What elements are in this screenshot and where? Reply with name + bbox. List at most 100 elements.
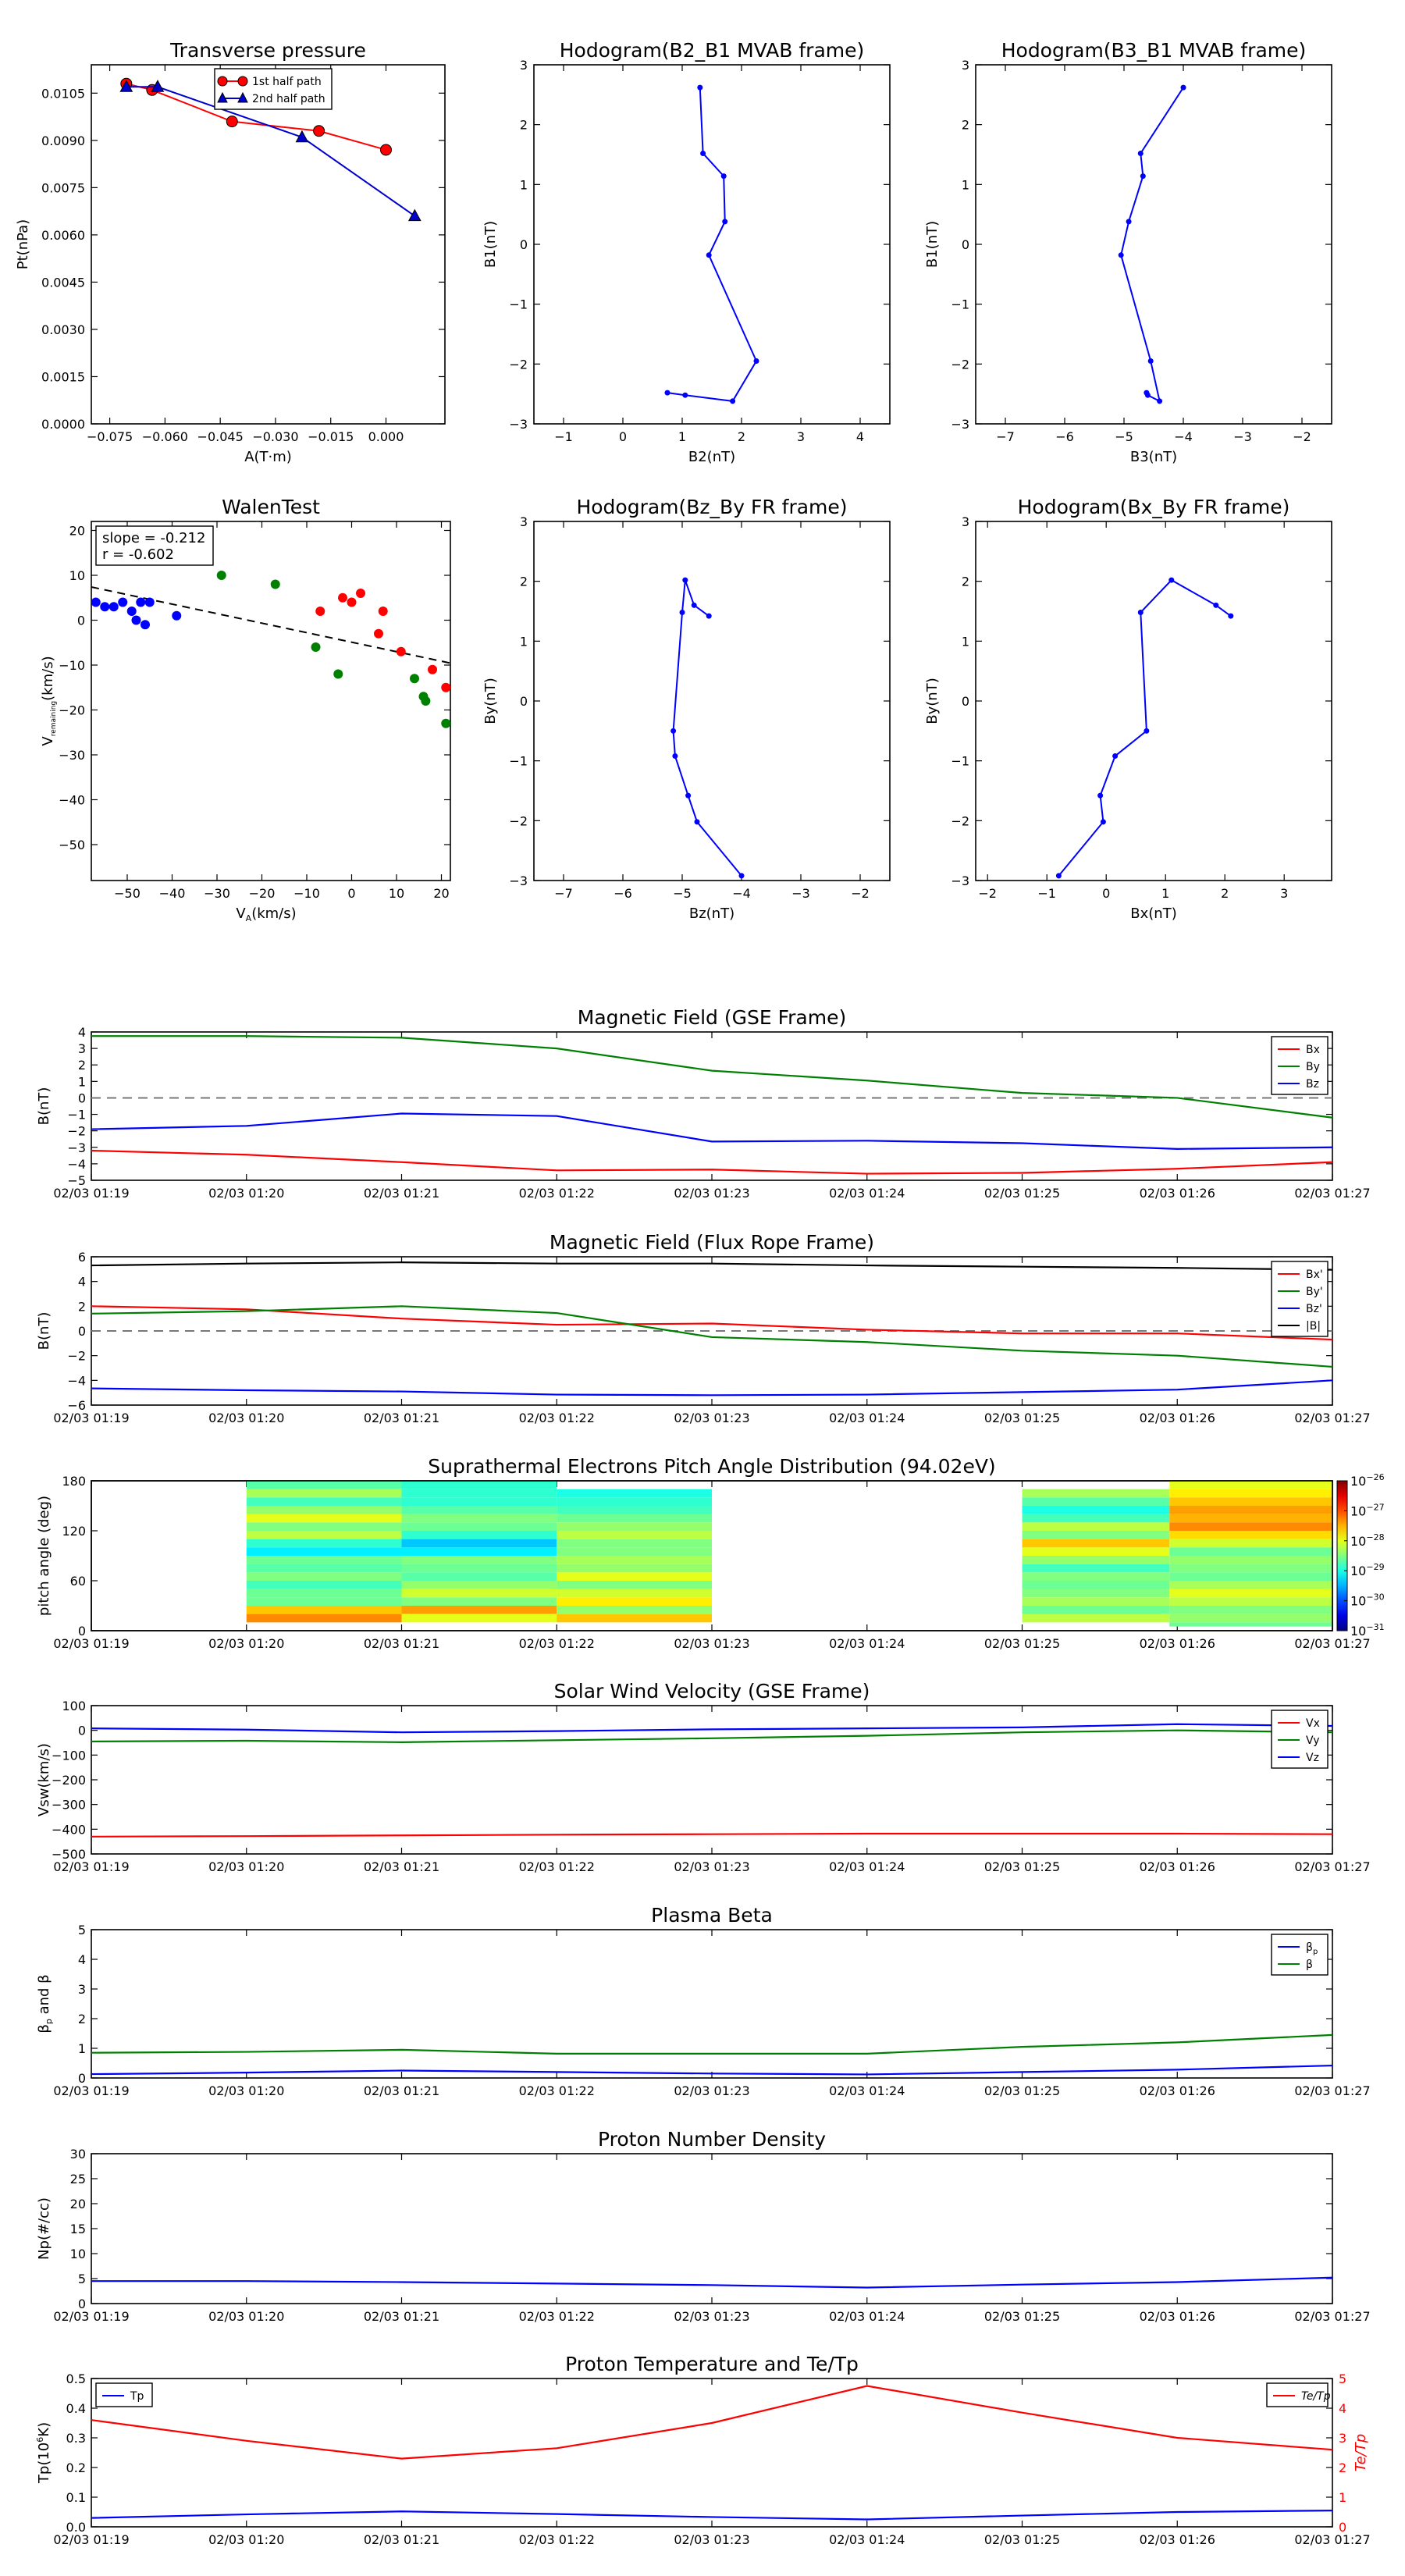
legend-label: Tp <box>130 2390 144 2403</box>
x-tick-label: 02/03 01:27 <box>1294 1411 1370 1425</box>
x-tick-label: 2 <box>1221 886 1229 901</box>
x-tick-label: 02/03 01:27 <box>1294 1859 1370 1874</box>
x-tick-label: −2 <box>1293 429 1311 444</box>
colorbar-label: 10−26 <box>1350 1472 1385 1489</box>
heatmap-cell <box>246 1597 402 1606</box>
y-tick-label: 2 <box>520 118 528 133</box>
heatmap-cell <box>246 1614 402 1623</box>
heatmap-cell <box>1022 1497 1170 1506</box>
legend-box <box>1271 1934 1329 1976</box>
heatmap-cell <box>246 1506 402 1514</box>
y-tick-label: −50 <box>59 838 85 852</box>
y-tick-label: 0.0075 <box>41 180 85 195</box>
x-tick-label: 02/03 01:20 <box>208 2309 284 2324</box>
y-tick-label: −3 <box>509 417 528 432</box>
y-tick-label: 2 <box>78 1299 86 1314</box>
series-1-point <box>1137 150 1144 156</box>
y-tick-label: 30 <box>70 2147 86 2161</box>
panel-pt: −0.075 −0.060 −0.045 −0.030 −0.015 0.000 0.000… <box>15 39 446 465</box>
legend-label: |B| <box>1306 1320 1321 1332</box>
y-tick-label: 1 <box>962 634 969 649</box>
heatmap-cell <box>1169 1506 1332 1514</box>
y-tick-label: 2 <box>962 118 969 133</box>
x-tick-label: 02/03 01:27 <box>1294 2309 1370 2324</box>
series-1-point <box>670 728 677 734</box>
series-1-point <box>664 390 670 396</box>
series-3-point <box>378 607 388 616</box>
y-tick-label: 0.0090 <box>41 133 85 148</box>
series-1-point <box>720 173 727 180</box>
heatmap-cell <box>1169 1556 1332 1564</box>
x-tick-label: 20 <box>433 886 449 901</box>
x-tick-label: 02/03 01:21 <box>364 1859 439 1874</box>
heatmap-cell <box>401 1506 557 1514</box>
chart-title: WalenTest <box>222 496 320 518</box>
heatmap-cell <box>401 1589 557 1598</box>
heatmap-cell <box>246 1497 402 1506</box>
y-tick-label: 0.1 <box>66 2490 86 2505</box>
plot-frame <box>975 521 1332 881</box>
heatmap-cell <box>401 1572 557 1581</box>
heatmap-cell <box>557 1522 712 1531</box>
legend-label: 1st half path <box>252 76 322 88</box>
colorbar <box>1336 1480 1348 1631</box>
y-tick-label: 120 <box>62 1524 86 1539</box>
series-2-point <box>410 674 419 684</box>
x-tick-label: 02/03 01:27 <box>1294 2532 1370 2547</box>
heatmap-cell <box>1022 1589 1170 1598</box>
y-tick-label: −30 <box>59 748 85 763</box>
panel-beta: 02/03 01:19 02/03 01:20 02/03 01:21 02/03 0… <box>36 1904 1371 2098</box>
series-1-point <box>679 610 685 616</box>
series-2-point <box>311 642 321 652</box>
x-tick-label: −7 <box>554 886 573 901</box>
heatmap-cell <box>1022 1547 1170 1556</box>
y-tick-label: 15 <box>70 2222 86 2236</box>
y-tick-label: −1 <box>509 754 528 769</box>
y-tick-label-right: 4 <box>1339 2401 1346 2416</box>
y-tick-label: 3 <box>962 58 969 73</box>
y-tick-label: 2 <box>962 575 969 589</box>
series-2-point <box>333 669 343 679</box>
heatmap-cell <box>557 1581 712 1589</box>
heatmap-cell <box>1022 1531 1170 1539</box>
series-1-point <box>694 819 700 825</box>
chart-title: Hodogram(B2_B1 MVAB frame) <box>560 39 865 62</box>
y-axis-label: B1(nT) <box>924 221 941 268</box>
panel-tp: 02/03 01:19 02/03 01:20 02/03 01:21 02/03 0… <box>35 2353 1371 2547</box>
series-2-point <box>216 571 226 580</box>
y-tick-label: 6 <box>78 1250 86 1265</box>
y-axis-label: By(nT) <box>482 678 499 724</box>
legend-label: Bz <box>1306 1078 1319 1091</box>
chart-title: Solar Wind Velocity (GSE Frame) <box>554 1680 870 1703</box>
legend-label: By' <box>1306 1286 1323 1298</box>
series-3-point <box>315 607 325 616</box>
y-axis-label: pitch angle (deg) <box>36 1496 52 1616</box>
series-1st-half-path-point <box>313 125 325 137</box>
heatmap-cell <box>401 1489 557 1498</box>
series-1-point <box>108 602 119 612</box>
y-tick-label: 20 <box>70 2197 86 2211</box>
heatmap-cell <box>401 1581 557 1589</box>
x-tick-label: 02/03 01:25 <box>984 2083 1060 2098</box>
x-tick-label: −10 <box>293 886 320 901</box>
series-1-point <box>753 358 759 364</box>
x-axis-label: Bx(nT) <box>1130 906 1176 922</box>
heatmap-cell <box>1022 1614 1170 1623</box>
y-axis-label: By(nT) <box>924 678 941 724</box>
heatmap-cell <box>1169 1622 1332 1627</box>
x-tick-label: 4 <box>856 429 864 444</box>
y-tick-label: −5 <box>67 1173 86 1188</box>
y-tick-label: 1 <box>520 634 528 649</box>
y-tick-label: 0 <box>78 2297 86 2311</box>
colorbar-label: 10−30 <box>1350 1592 1385 1609</box>
plot-frame <box>91 64 446 425</box>
y-tick-label: 4 <box>78 1275 86 1290</box>
x-tick-label: 3 <box>797 429 805 444</box>
y-tick-label: 0 <box>520 694 528 709</box>
y-tick-label: 10 <box>70 2247 86 2261</box>
panel-h4: −2 −1 0 1 2 3 −3 −2 −1 0 1 2 3 Hodogram(Bx_By FR fram… <box>924 496 1332 922</box>
x-tick-label: −0.015 <box>308 429 354 444</box>
y-axis-label: Tp(106K) <box>35 2422 52 2484</box>
series-3-point <box>428 664 437 674</box>
x-tick-label: 02/03 01:22 <box>519 1636 595 1651</box>
